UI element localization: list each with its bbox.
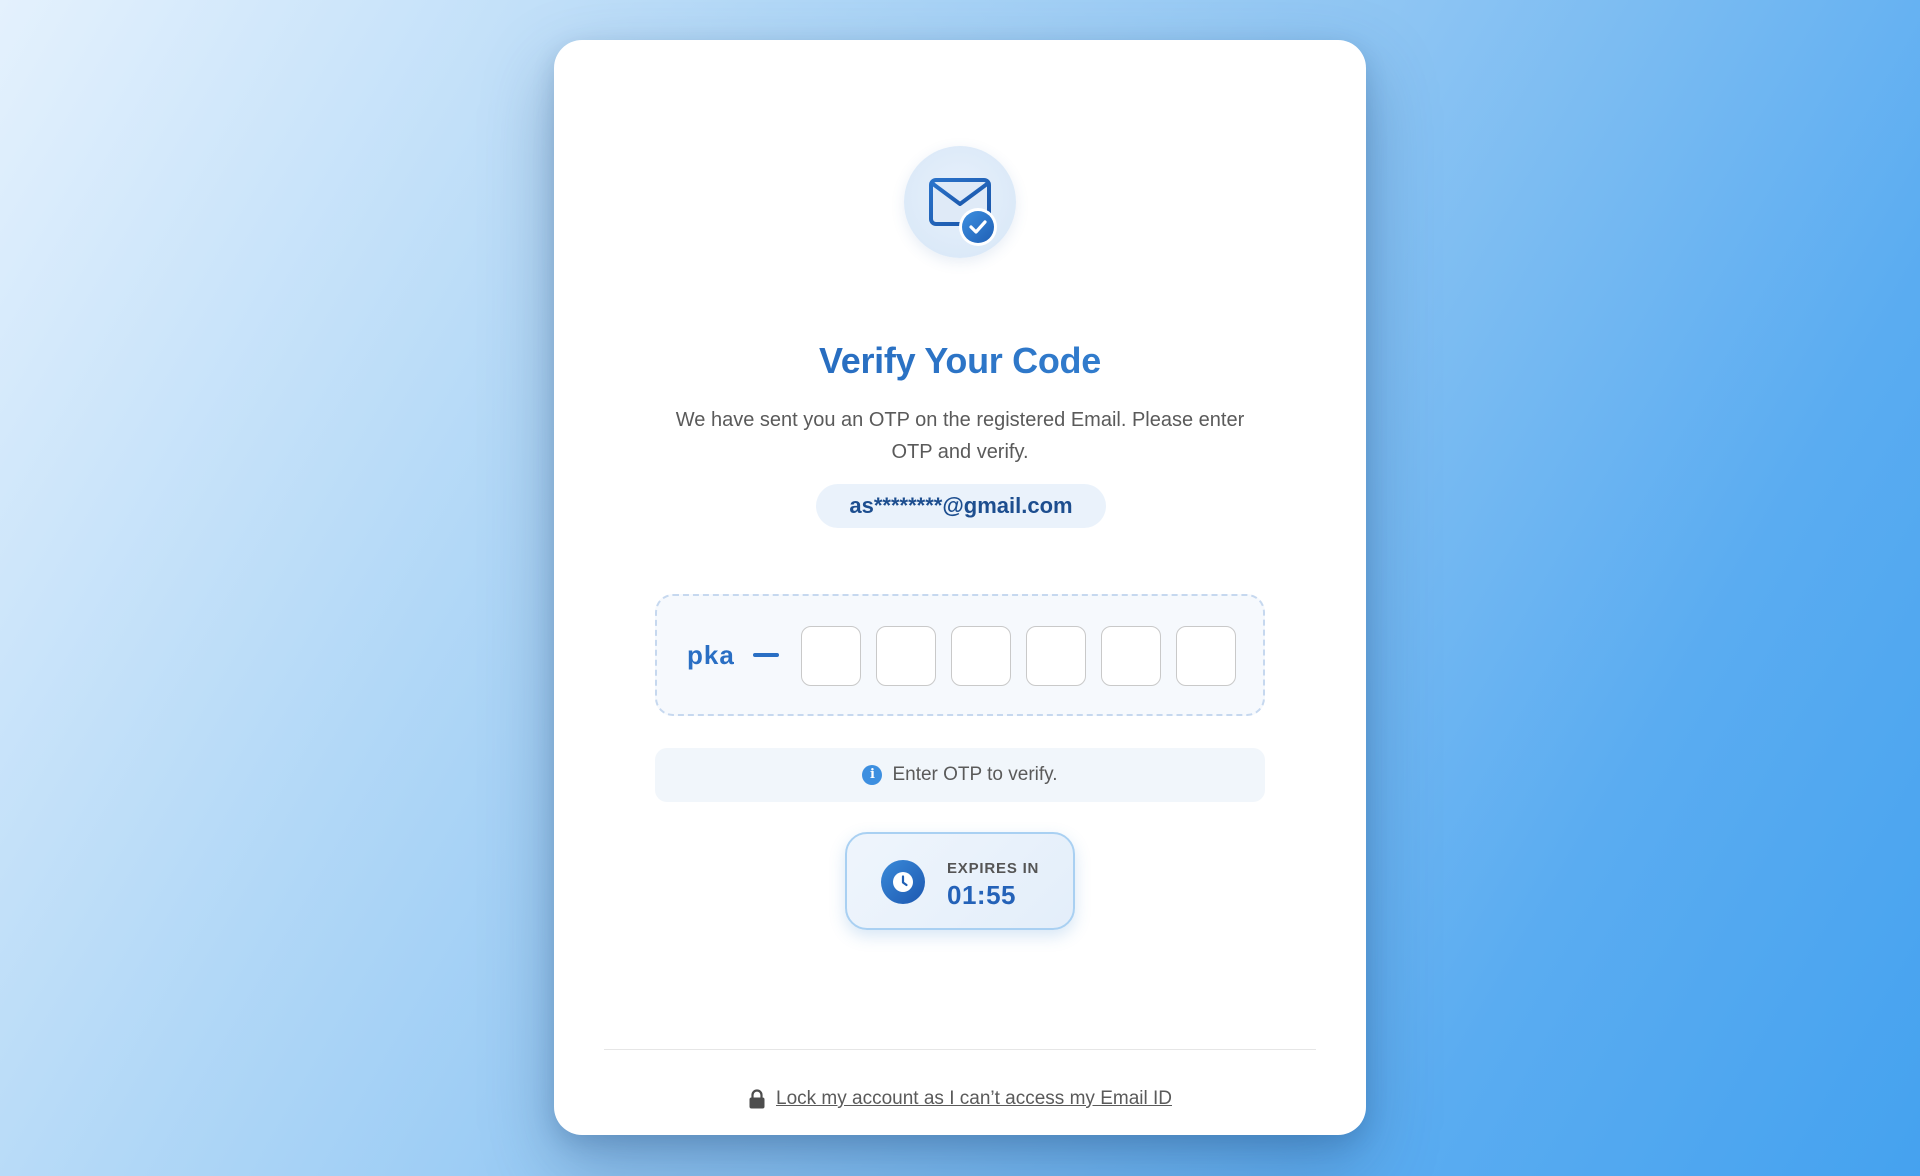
timer-label: EXPIRES IN xyxy=(947,860,1040,877)
otp-digit-2-input[interactable] xyxy=(876,626,936,686)
otp-digit-5-input[interactable] xyxy=(1101,626,1161,686)
lock-account-row: Lock my account as I can’t access my Ema… xyxy=(554,1088,1366,1110)
masked-email-badge: as********@gmail.com xyxy=(816,484,1106,528)
otp-prefix-label: pka xyxy=(687,640,735,670)
timer-countdown: 01:55 xyxy=(947,880,1016,910)
lock-icon xyxy=(748,1089,766,1109)
verification-card: Verify Your Code We have sent you an OTP… xyxy=(554,40,1366,1135)
otp-digit-6-input[interactable] xyxy=(1176,626,1236,686)
clock-icon xyxy=(881,860,925,904)
otp-input-group: pka xyxy=(655,594,1265,716)
otp-digit-3-input[interactable] xyxy=(951,626,1011,686)
otp-prefix-separator xyxy=(753,653,779,657)
status-text: Enter OTP to verify. xyxy=(892,764,1058,785)
info-icon: i xyxy=(862,765,883,785)
page-title: Verify Your Code xyxy=(554,340,1366,382)
otp-status-message: i Enter OTP to verify. xyxy=(655,748,1265,802)
lock-account-link[interactable]: Lock my account as I can’t access my Ema… xyxy=(776,1088,1172,1110)
footer-divider xyxy=(604,1049,1316,1050)
otp-expiry-timer: EXPIRES IN 01:55 xyxy=(845,832,1075,930)
instruction-text: We have sent you an OTP on the registere… xyxy=(675,409,1245,463)
otp-digit-4-input[interactable] xyxy=(1026,626,1086,686)
email-verified-icon xyxy=(904,146,1016,258)
otp-digit-1-input[interactable] xyxy=(801,626,861,686)
